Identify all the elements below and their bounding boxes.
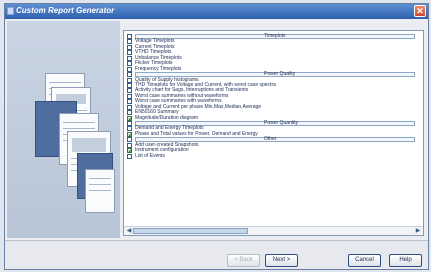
section-header-label: Other: [264, 136, 277, 143]
section-header-label: Power Quality: [264, 71, 296, 78]
checkbox[interactable]: [127, 121, 132, 126]
checkbox[interactable]: [127, 66, 132, 72]
checkbox[interactable]: [127, 50, 132, 56]
checkbox[interactable]: [127, 137, 132, 143]
list-item[interactable]: List of Events: [124, 152, 423, 159]
title-bar: Custom Report Generator ✕: [5, 4, 428, 19]
scroll-left-icon[interactable]: ◀: [125, 227, 133, 235]
checkbox[interactable]: [127, 142, 132, 148]
scroll-thumb[interactable]: [133, 228, 248, 234]
checkbox[interactable]: [127, 104, 132, 110]
help-button[interactable]: Help: [389, 254, 422, 267]
app-icon: [7, 7, 14, 15]
checkbox[interactable]: [127, 110, 132, 116]
checkbox[interactable]: [127, 153, 132, 159]
wizard-footer: < Back Next > Cancel Help: [5, 240, 428, 269]
checkbox[interactable]: [127, 44, 132, 50]
checkbox[interactable]: [127, 77, 132, 83]
checkbox[interactable]: [127, 148, 132, 154]
window-title: Custom Report Generator: [16, 6, 115, 15]
checkbox[interactable]: [127, 72, 132, 78]
close-button[interactable]: ✕: [414, 5, 426, 17]
checkbox[interactable]: [127, 34, 132, 39]
cancel-button[interactable]: Cancel: [348, 254, 381, 267]
list-item-label: Phase and Total values for Power, Demand…: [135, 130, 258, 137]
back-button[interactable]: < Back: [227, 254, 260, 267]
list-item-label: Frequency Timeplots: [135, 65, 182, 72]
illustration-document: [85, 169, 115, 213]
checkbox[interactable]: [127, 61, 132, 67]
checkbox[interactable]: [127, 99, 132, 105]
section-header-label: Power Quantity: [264, 120, 299, 126]
scroll-right-icon[interactable]: ▶: [414, 227, 422, 235]
report-options-items: Timeplots Voltage Timeplots Current Timepl…: [124, 33, 423, 159]
wizard-illustration: [7, 21, 120, 238]
horizontal-scrollbar[interactable]: ◀ ▶: [124, 226, 423, 235]
checkbox[interactable]: [127, 126, 132, 132]
checkbox[interactable]: [127, 88, 132, 94]
list-item-label: Magnitude/Duration diagram: [135, 114, 199, 121]
checkbox[interactable]: [127, 115, 132, 121]
list-item-label: List of Events: [135, 152, 166, 159]
report-options-list[interactable]: Timeplots Voltage Timeplots Current Timepl…: [123, 30, 424, 236]
checkbox[interactable]: [127, 82, 132, 88]
report-generator-window: Custom Report Generator ✕ Timeplots Volta…: [4, 3, 429, 270]
next-button[interactable]: Next >: [265, 254, 298, 267]
checkbox[interactable]: [127, 131, 132, 137]
section-header-label: Timeplots: [264, 33, 286, 39]
checkbox[interactable]: [127, 39, 132, 45]
checkbox[interactable]: [127, 93, 132, 99]
checkbox[interactable]: [127, 55, 132, 61]
